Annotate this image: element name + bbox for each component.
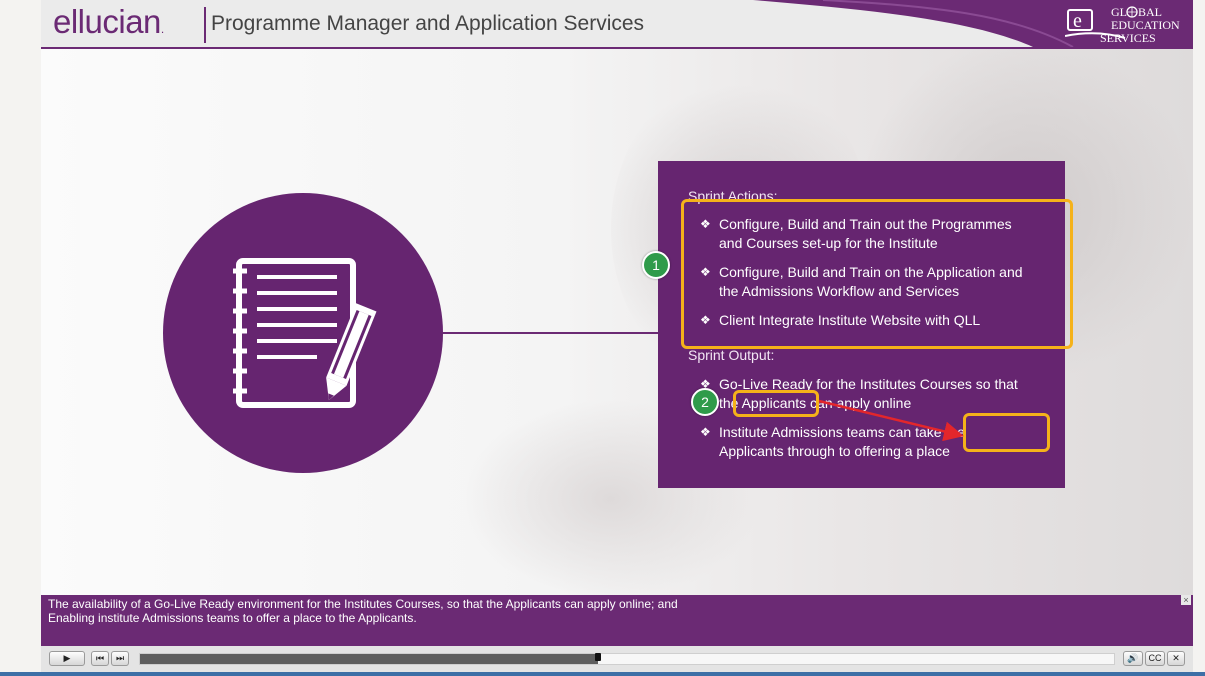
svg-text:e: e bbox=[1073, 10, 1082, 32]
annotation-marker-2: 2 bbox=[691, 388, 719, 416]
volume-button[interactable]: 🔊 bbox=[1123, 651, 1143, 666]
slide-header: ellucian. Programme Manager and Applicat… bbox=[41, 0, 1193, 47]
caption-close-button[interactable]: × bbox=[1181, 595, 1191, 605]
global-education-services-logo: e GL BAL EDUCATION SERVICES bbox=[1065, 5, 1180, 44]
player-controls: ▶ ⏮ ⏭ 🔊 CC ✕ bbox=[41, 646, 1193, 672]
os-taskbar bbox=[0, 672, 1205, 676]
title-separator bbox=[204, 7, 206, 43]
previous-slide-button[interactable]: ⏮ bbox=[91, 651, 109, 666]
svg-text:BAL: BAL bbox=[1138, 5, 1162, 19]
svg-text:GL: GL bbox=[1111, 5, 1127, 19]
slide-stage: Sprint Actions: ❖ Configure, Build and Tr… bbox=[41, 49, 1193, 595]
progress-fill bbox=[140, 654, 598, 664]
caption-bar: The availability of a Go-Live Ready envi… bbox=[41, 595, 1193, 646]
close-player-button[interactable]: ✕ bbox=[1167, 651, 1185, 666]
page-title: Programme Manager and Application Servic… bbox=[211, 12, 645, 35]
annotation-marker-1: 1 bbox=[642, 251, 670, 279]
progress-bar[interactable] bbox=[139, 653, 1115, 665]
right-margin bbox=[1193, 0, 1205, 676]
annotation-arrow bbox=[818, 399, 964, 442]
svg-text:SERVICES: SERVICES bbox=[1100, 31, 1156, 44]
caption-text: The availability of a Go-Live Ready envi… bbox=[48, 597, 678, 625]
svg-text:EDUCATION: EDUCATION bbox=[1111, 18, 1180, 32]
progress-scrubber[interactable] bbox=[594, 653, 601, 661]
left-margin bbox=[0, 0, 41, 676]
ellucian-logo: ellucian. bbox=[53, 3, 164, 40]
next-slide-button[interactable]: ⏭ bbox=[111, 651, 129, 666]
play-button[interactable]: ▶ bbox=[49, 651, 85, 666]
closed-captions-button[interactable]: CC bbox=[1145, 651, 1165, 666]
